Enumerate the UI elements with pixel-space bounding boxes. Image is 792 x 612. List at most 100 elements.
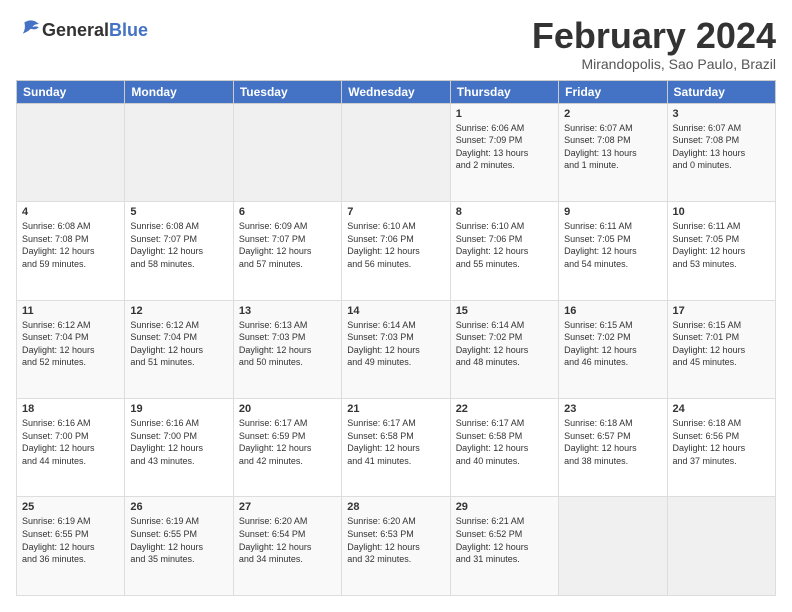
week-row-2: 4 Sunrise: 6:08 AM Sunset: 7:08 PM Daylig… [17,202,776,300]
day-number: 28 [347,501,444,513]
day-number: 23 [564,403,661,415]
day-number: 2 [564,108,661,120]
day-info: Sunrise: 6:11 AM Sunset: 7:05 PM Dayligh… [673,220,770,270]
day-info: Sunrise: 6:21 AM Sunset: 6:52 PM Dayligh… [456,515,553,565]
day-info: Sunrise: 6:08 AM Sunset: 7:08 PM Dayligh… [22,220,119,270]
day-info: Sunrise: 6:20 AM Sunset: 6:53 PM Dayligh… [347,515,444,565]
day-info: Sunrise: 6:12 AM Sunset: 7:04 PM Dayligh… [22,319,119,369]
day-number: 1 [456,108,553,120]
col-tuesday: Tuesday [233,80,341,103]
day-number: 3 [673,108,770,120]
table-cell: 14 Sunrise: 6:14 AM Sunset: 7:03 PM Dayli… [342,300,450,398]
day-number: 26 [130,501,227,513]
table-cell: 23Sunrise: 6:18 AM Sunset: 6:57 PM Dayli… [559,399,667,497]
day-info: Sunrise: 6:15 AM Sunset: 7:01 PM Dayligh… [673,319,770,369]
day-info: Sunrise: 6:19 AM Sunset: 6:55 PM Dayligh… [22,515,119,565]
day-number: 8 [456,206,553,218]
day-info: Sunrise: 6:13 AM Sunset: 7:03 PM Dayligh… [239,319,336,369]
day-info: Sunrise: 6:07 AM Sunset: 7:08 PM Dayligh… [564,122,661,172]
col-friday: Friday [559,80,667,103]
calendar-table: Sunday Monday Tuesday Wednesday Thursday… [16,80,776,596]
table-cell: 12Sunrise: 6:12 AM Sunset: 7:04 PM Dayli… [125,300,233,398]
table-cell: 8 Sunrise: 6:10 AM Sunset: 7:06 PM Daylig… [450,202,558,300]
day-number: 12 [130,305,227,317]
day-info: Sunrise: 6:07 AM Sunset: 7:08 PM Dayligh… [673,122,770,172]
day-number: 9 [564,206,661,218]
day-info: Sunrise: 6:16 AM Sunset: 7:00 PM Dayligh… [130,417,227,467]
table-cell: 11 Sunrise: 6:12 AM Sunset: 7:04 PM Dayli… [17,300,125,398]
day-number: 20 [239,403,336,415]
day-number: 18 [22,403,119,415]
table-cell: 20 Sunrise: 6:17 AM Sunset: 6:59 PM Dayli… [233,399,341,497]
table-cell: 16 Sunrise: 6:15 AM Sunset: 7:02 PM Dayli… [559,300,667,398]
location: Mirandopolis, Sao Paulo, Brazil [532,56,776,72]
logo-blue-text: Blue [109,20,148,40]
table-cell: 19Sunrise: 6:16 AM Sunset: 7:00 PM Dayli… [125,399,233,497]
table-cell: 4 Sunrise: 6:08 AM Sunset: 7:08 PM Daylig… [17,202,125,300]
table-cell: 28 Sunrise: 6:20 AM Sunset: 6:53 PM Dayli… [342,497,450,596]
logo: GeneralBlue [16,16,148,45]
table-cell [559,497,667,596]
table-cell: 29 Sunrise: 6:21 AM Sunset: 6:52 PM Dayli… [450,497,558,596]
day-number: 15 [456,305,553,317]
table-cell: 18 Sunrise: 6:16 AM Sunset: 7:00 PM Dayli… [17,399,125,497]
header: GeneralBlue February 2024 Mirandopolis, … [16,16,776,72]
table-cell: 1 Sunrise: 6:06 AM Sunset: 7:09 PM Daylig… [450,103,558,201]
day-info: Sunrise: 6:17 AM Sunset: 6:59 PM Dayligh… [239,417,336,467]
table-cell [233,103,341,201]
week-row-5: 25 Sunrise: 6:19 AM Sunset: 6:55 PM Dayli… [17,497,776,596]
day-number: 17 [673,305,770,317]
day-info: Sunrise: 6:17 AM Sunset: 6:58 PM Dayligh… [347,417,444,467]
day-info: Sunrise: 6:11 AM Sunset: 7:05 PM Dayligh… [564,220,661,270]
day-info: Sunrise: 6:14 AM Sunset: 7:02 PM Dayligh… [456,319,553,369]
day-info: Sunrise: 6:09 AM Sunset: 7:07 PM Dayligh… [239,220,336,270]
table-cell [125,103,233,201]
table-cell: 25 Sunrise: 6:19 AM Sunset: 6:55 PM Dayli… [17,497,125,596]
day-number: 7 [347,206,444,218]
day-info: Sunrise: 6:14 AM Sunset: 7:03 PM Dayligh… [347,319,444,369]
table-cell: 24 Sunrise: 6:18 AM Sunset: 6:56 PM Dayli… [667,399,775,497]
day-number: 24 [673,403,770,415]
week-row-1: 1 Sunrise: 6:06 AM Sunset: 7:09 PM Daylig… [17,103,776,201]
logo-general-text: General [42,20,109,40]
table-cell: 10 Sunrise: 6:11 AM Sunset: 7:05 PM Dayli… [667,202,775,300]
day-info: Sunrise: 6:06 AM Sunset: 7:09 PM Dayligh… [456,122,553,172]
week-row-4: 18 Sunrise: 6:16 AM Sunset: 7:00 PM Dayli… [17,399,776,497]
day-number: 29 [456,501,553,513]
day-number: 14 [347,305,444,317]
col-wednesday: Wednesday [342,80,450,103]
day-number: 22 [456,403,553,415]
day-number: 25 [22,501,119,513]
week-row-3: 11 Sunrise: 6:12 AM Sunset: 7:04 PM Dayli… [17,300,776,398]
day-info: Sunrise: 6:10 AM Sunset: 7:06 PM Dayligh… [456,220,553,270]
title-block: February 2024 Mirandopolis, Sao Paulo, B… [532,16,776,72]
table-cell: 21Sunrise: 6:17 AM Sunset: 6:58 PM Dayli… [342,399,450,497]
page: GeneralBlue February 2024 Mirandopolis, … [0,0,792,612]
day-number: 10 [673,206,770,218]
day-number: 16 [564,305,661,317]
day-number: 11 [22,305,119,317]
table-cell: 2 Sunrise: 6:07 AM Sunset: 7:08 PM Daylig… [559,103,667,201]
table-cell: 13 Sunrise: 6:13 AM Sunset: 7:03 PM Dayli… [233,300,341,398]
day-number: 27 [239,501,336,513]
table-cell: 9 Sunrise: 6:11 AM Sunset: 7:05 PM Daylig… [559,202,667,300]
table-cell: 5 Sunrise: 6:08 AM Sunset: 7:07 PM Daylig… [125,202,233,300]
month-title: February 2024 [532,16,776,56]
table-cell: 15 Sunrise: 6:14 AM Sunset: 7:02 PM Dayli… [450,300,558,398]
day-number: 13 [239,305,336,317]
day-number: 4 [22,206,119,218]
day-info: Sunrise: 6:17 AM Sunset: 6:58 PM Dayligh… [456,417,553,467]
day-info: Sunrise: 6:19 AM Sunset: 6:55 PM Dayligh… [130,515,227,565]
table-cell [17,103,125,201]
day-info: Sunrise: 6:15 AM Sunset: 7:02 PM Dayligh… [564,319,661,369]
col-monday: Monday [125,80,233,103]
table-cell: 7Sunrise: 6:10 AM Sunset: 7:06 PM Daylig… [342,202,450,300]
table-cell: 27Sunrise: 6:20 AM Sunset: 6:54 PM Dayli… [233,497,341,596]
col-saturday: Saturday [667,80,775,103]
table-cell: 22 Sunrise: 6:17 AM Sunset: 6:58 PM Dayli… [450,399,558,497]
day-number: 6 [239,206,336,218]
day-info: Sunrise: 6:16 AM Sunset: 7:00 PM Dayligh… [22,417,119,467]
day-number: 5 [130,206,227,218]
day-info: Sunrise: 6:18 AM Sunset: 6:56 PM Dayligh… [673,417,770,467]
day-info: Sunrise: 6:08 AM Sunset: 7:07 PM Dayligh… [130,220,227,270]
